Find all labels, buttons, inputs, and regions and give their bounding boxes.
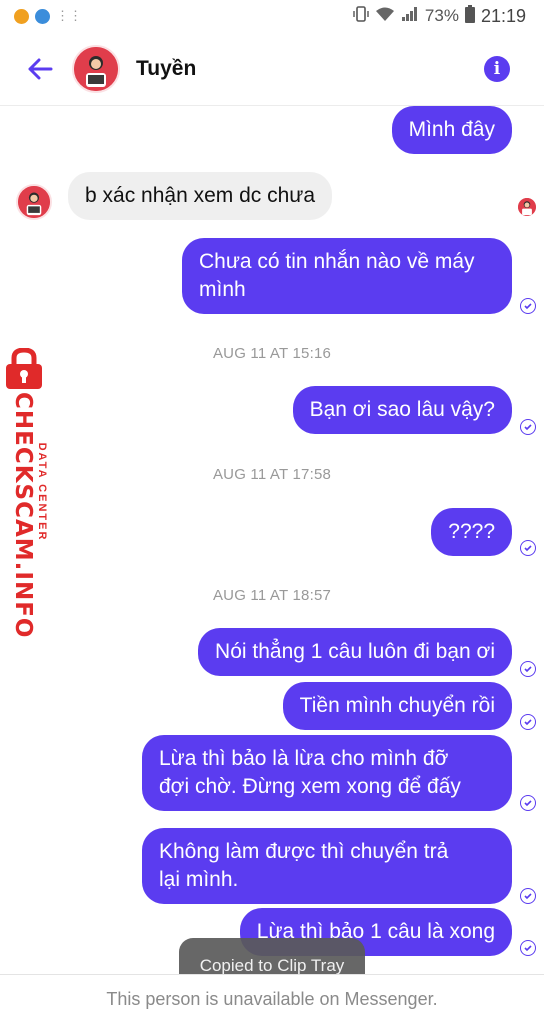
message-text: Nói thẳng 1 câu luôn đi bạn ơi xyxy=(215,640,495,663)
contact-avatar-small[interactable] xyxy=(16,184,52,220)
watermark-title: CHECKSCAM.INFO xyxy=(10,392,36,639)
seen-indicator-avatar xyxy=(518,198,536,216)
more-notifications-icon: ⋮⋮ xyxy=(56,8,82,23)
delivered-check-icon xyxy=(520,419,536,435)
message-text: Chưa có tin nhắn nào về máy xyxy=(199,250,475,273)
info-icon: i xyxy=(493,59,501,79)
delivered-check-icon xyxy=(520,540,536,556)
message-text: Mình đây xyxy=(408,118,495,141)
timestamp: AUG 11 AT 15:16 xyxy=(212,345,332,362)
message-outgoing[interactable]: Nói thẳng 1 câu luôn đi bạn ơi xyxy=(198,628,512,676)
signal-icon xyxy=(401,6,419,27)
delivered-check-icon xyxy=(520,661,536,677)
system-icons: 73% 21:19 xyxy=(353,4,526,28)
message-outgoing[interactable]: Tiền mình chuyển rồi xyxy=(282,682,512,730)
message-text: b xác nhận xem dc chưa xyxy=(85,184,316,207)
message-outgoing[interactable]: Không làm được thì chuyển trả lại mình. xyxy=(142,828,512,904)
timestamp: AUG 11 AT 17:58 xyxy=(212,466,332,483)
watermark-subtitle: DATA CENTER xyxy=(36,442,48,542)
lock-icon xyxy=(6,348,42,389)
app-notification-icon xyxy=(35,8,50,24)
info-button[interactable]: i xyxy=(484,56,510,82)
delivered-check-icon xyxy=(520,940,536,956)
contact-name[interactable]: Tuyền xyxy=(136,57,196,81)
clock: 21:19 xyxy=(480,5,526,26)
message-text: Tiền mình chuyển rồi xyxy=(299,694,495,717)
delivered-check-icon xyxy=(520,298,536,314)
watermark: CHECKSCAM.INFO DATA CENTER xyxy=(4,348,64,638)
conversation-header: Tuyền i xyxy=(0,32,544,106)
timestamp: AUG 11 AT 18:57 xyxy=(212,587,332,604)
message-outgoing[interactable]: ???? xyxy=(431,508,512,556)
message-outgoing[interactable]: Chưa có tin nhắn nào về máy mình xyxy=(182,238,512,314)
message-outgoing[interactable]: Mình đây xyxy=(391,106,512,154)
status-bar: ⋮⋮ 73% 21:19 xyxy=(0,0,544,32)
notification-icons: ⋮⋮ xyxy=(14,8,82,24)
battery-icon xyxy=(464,4,475,28)
message-text: đợi chờ. Đừng xem xong để đấy xyxy=(159,775,461,798)
arrow-left-icon xyxy=(28,58,53,79)
message-outgoing[interactable]: Lừa thì bảo là lừa cho mình đỡ đợi chờ. … xyxy=(142,735,512,811)
message-text: Bạn ơi sao lâu vậy? xyxy=(309,398,495,421)
message-incoming[interactable]: b xác nhận xem dc chưa xyxy=(68,172,333,220)
message-list[interactable]: Mình đây b xác nhận xem dc chưa Chưa có … xyxy=(0,106,544,974)
message-outgoing[interactable]: Bạn ơi sao lâu vậy? xyxy=(292,386,512,434)
app-notification-icon xyxy=(14,8,29,24)
message-text: mình xyxy=(199,278,246,301)
message-text: Không làm được thì chuyển trả xyxy=(159,840,449,863)
message-text: Lừa thì bảo là lừa cho mình đỡ xyxy=(159,747,449,770)
battery-percent: 73% xyxy=(424,6,459,25)
back-button[interactable] xyxy=(12,41,68,97)
contact-avatar[interactable] xyxy=(72,44,120,93)
message-text: lại mình. xyxy=(159,868,239,891)
delivered-check-icon xyxy=(520,795,536,811)
unavailable-notice: This person is unavailable on Messenger. xyxy=(0,974,544,1024)
wifi-icon xyxy=(375,6,395,27)
delivered-check-icon xyxy=(520,714,536,730)
vibrate-icon xyxy=(353,5,369,28)
messenger-screen: ⋮⋮ 73% 21:19 Tuyền i Mình đây b xác nhận… xyxy=(0,0,544,1024)
delivered-check-icon xyxy=(520,888,536,904)
message-text: ???? xyxy=(448,520,495,543)
